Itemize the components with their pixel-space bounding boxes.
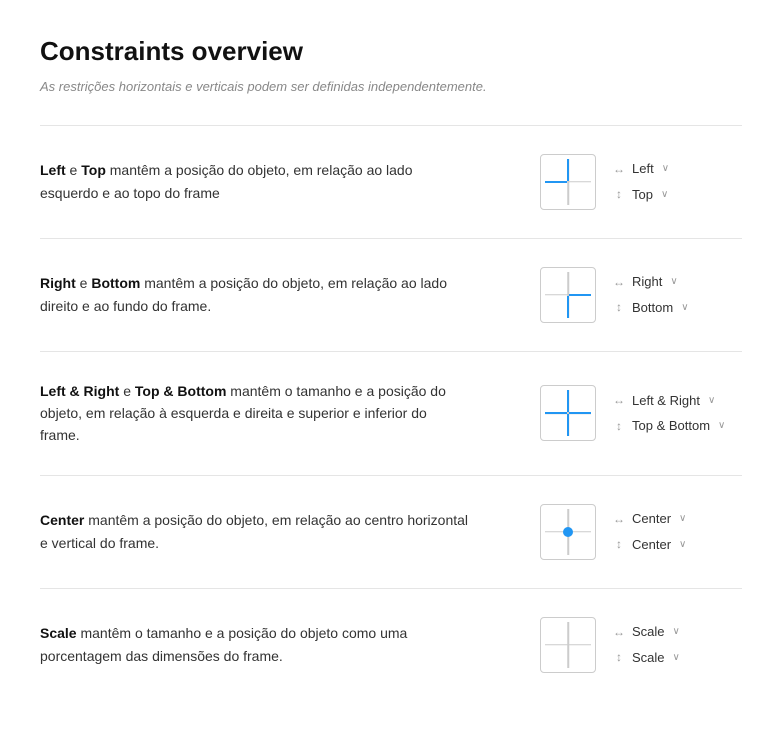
horizontal-icon [612, 623, 626, 641]
keyword-center: Center [40, 512, 84, 528]
diagram-center [540, 504, 596, 560]
h-chevron-icon: ∨ [679, 511, 686, 526]
keyword-left: Left [40, 162, 66, 178]
diagram-lrtb [540, 385, 596, 441]
section-left-top-text: Left e Top mantêm a posição do objeto, e… [40, 159, 470, 204]
v-control-row[interactable]: Center ∨ [612, 535, 742, 555]
v-chevron-icon: ∨ [681, 300, 688, 315]
v-chevron-icon: ∨ [673, 650, 680, 665]
controls-left-top: Left ∨ Top ∨ [612, 159, 742, 204]
vertical-icon [612, 185, 626, 203]
section-scale: Scale mantêm o tamanho e a posição do ob… [40, 589, 742, 701]
keyword-left-right: Left & Right [40, 383, 119, 399]
h-chevron-icon: ∨ [673, 624, 680, 639]
controls-scale: Scale ∨ Scale ∨ [612, 622, 742, 667]
v-line [567, 622, 569, 668]
h-control-label: Left & Right [632, 391, 700, 411]
v-control-row[interactable]: Bottom ∨ [612, 298, 742, 318]
keyword-scale: Scale [40, 625, 77, 641]
page-title: Constraints overview [40, 32, 742, 71]
h-control-label: Left [632, 159, 654, 179]
v-control-label: Bottom [632, 298, 673, 318]
horizontal-icon [612, 273, 626, 291]
section-right-bottom-text: Right e Bottom mantêm a posição do objet… [40, 272, 470, 317]
v-control-row[interactable]: Top ∨ [612, 185, 742, 205]
section-left-top-right: Left ∨ Top ∨ [540, 154, 742, 210]
h-control-row[interactable]: Scale ∨ [612, 622, 742, 642]
h-left-highlight [545, 181, 567, 183]
h-control-row[interactable]: Right ∨ [612, 272, 742, 292]
h-control-row[interactable]: Left & Right ∨ [612, 391, 742, 411]
keyword-top-bottom: Top & Bottom [135, 383, 227, 399]
v-control-label: Scale [632, 648, 665, 668]
keyword-bottom: Bottom [91, 275, 140, 291]
section-scale-right: Scale ∨ Scale ∨ [540, 617, 742, 673]
v-top-highlight [567, 159, 569, 181]
center-dot [563, 527, 573, 537]
v-chevron-icon: ∨ [679, 537, 686, 552]
h-right-highlight [569, 412, 591, 414]
h-control-row[interactable]: Left ∨ [612, 159, 742, 179]
section-lrtb-text: Left & Right e Top & Bottom mantêm o tam… [40, 380, 470, 447]
h-left-highlight [545, 412, 567, 414]
horizontal-icon [612, 510, 626, 528]
v-top-highlight [567, 390, 569, 412]
diagram-right-bottom [540, 267, 596, 323]
controls-right-bottom: Right ∨ Bottom ∨ [612, 272, 742, 317]
section-left-top: Left e Top mantêm a posição do objeto, e… [40, 125, 742, 239]
vertical-icon [612, 417, 626, 435]
diagram-scale [540, 617, 596, 673]
v-bottom-highlight [567, 414, 569, 436]
v-control-row[interactable]: Scale ∨ [612, 648, 742, 668]
v-control-label: Center [632, 535, 671, 555]
vertical-icon [612, 535, 626, 553]
h-control-label: Scale [632, 622, 665, 642]
section-center: Center mantêm a posição do objeto, em re… [40, 476, 742, 589]
v-control-label: Top & Bottom [632, 416, 710, 436]
vertical-icon [612, 298, 626, 316]
h-chevron-icon: ∨ [708, 393, 715, 408]
horizontal-icon [612, 391, 626, 409]
section-scale-text: Scale mantêm o tamanho e a posição do ob… [40, 622, 470, 667]
horizontal-icon [612, 160, 626, 178]
page-subtitle: As restrições horizontais e verticais po… [40, 77, 742, 97]
section-center-right: Center ∨ Center ∨ [540, 504, 742, 560]
keyword-top: Top [81, 162, 106, 178]
vertical-icon [612, 648, 626, 666]
section-right-bottom: Right e Bottom mantêm a posição do objet… [40, 239, 742, 352]
h-right-highlight [569, 294, 591, 296]
controls-lrtb: Left & Right ∨ Top & Bottom ∨ [612, 391, 742, 436]
h-chevron-icon: ∨ [670, 274, 677, 289]
section-lrtb-right: Left & Right ∨ Top & Bottom ∨ [540, 385, 742, 441]
keyword-right: Right [40, 275, 76, 291]
h-control-row[interactable]: Center ∨ [612, 509, 742, 529]
section-right-bottom-right: Right ∨ Bottom ∨ [540, 267, 742, 323]
h-chevron-icon: ∨ [662, 161, 669, 176]
v-control-row[interactable]: Top & Bottom ∨ [612, 416, 742, 436]
h-control-label: Right [632, 272, 662, 292]
section-center-text: Center mantêm a posição do objeto, em re… [40, 509, 470, 554]
v-chevron-icon: ∨ [718, 418, 725, 433]
controls-center: Center ∨ Center ∨ [612, 509, 742, 554]
v-bottom-highlight [567, 296, 569, 318]
v-chevron-icon: ∨ [661, 187, 668, 202]
section-left-right-top-bottom: Left & Right e Top & Bottom mantêm o tam… [40, 352, 742, 476]
h-control-label: Center [632, 509, 671, 529]
diagram-left-top [540, 154, 596, 210]
v-control-label: Top [632, 185, 653, 205]
